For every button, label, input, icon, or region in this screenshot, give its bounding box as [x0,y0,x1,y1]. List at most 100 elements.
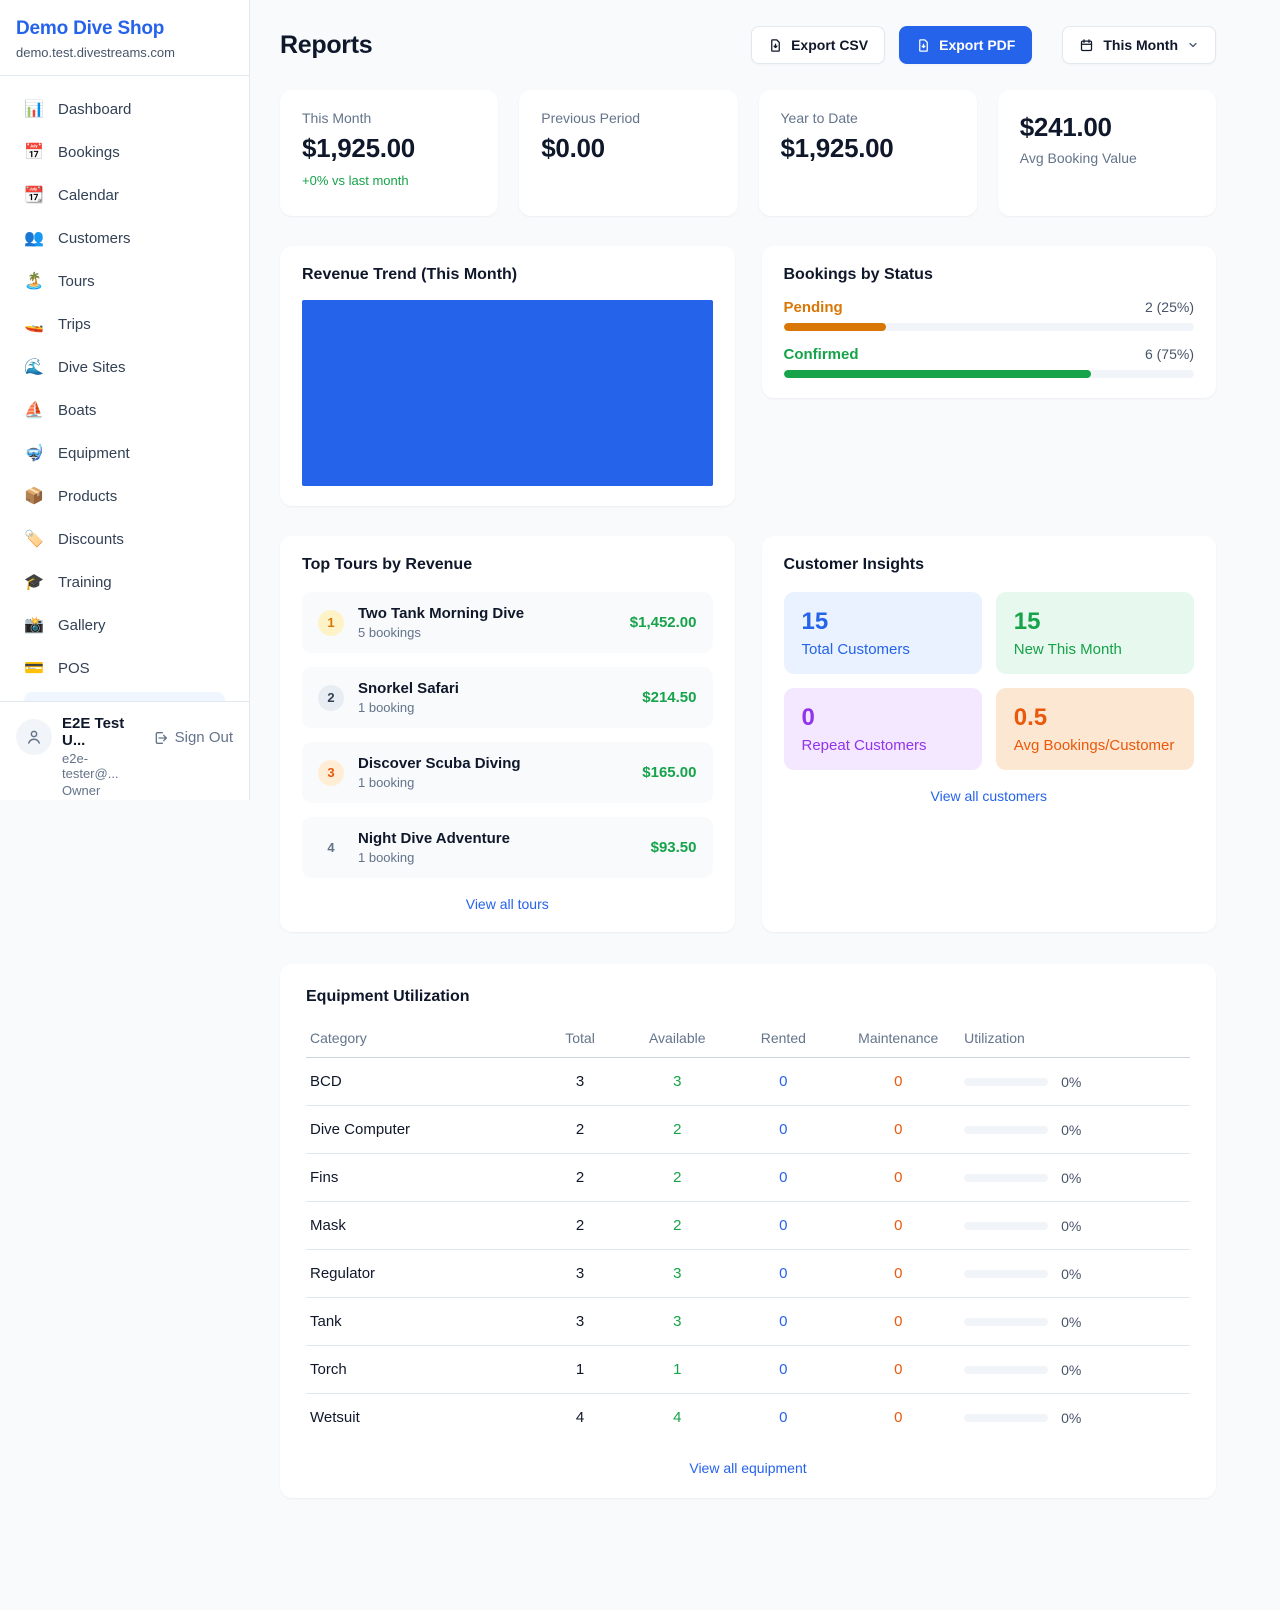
diving-mask-icon: 🤿 [24,443,44,463]
speedboat-icon: 🚤 [24,314,44,334]
sidebar-item-calendar[interactable]: 📆Calendar [12,176,237,214]
customer-insights-card: Customer Insights 15 Total Customers 15 … [762,536,1217,932]
status-bar-fill [784,370,1092,378]
sign-out-button[interactable]: Sign Out [153,729,233,746]
sidebar-item-discounts[interactable]: 🏷️ Discounts [12,520,237,558]
top-tours-title: Top Tours by Revenue [302,556,713,574]
shop-name[interactable]: Demo Dive Shop [16,18,233,40]
equipment-table: Category Total Available Rented Maintena… [306,1022,1190,1442]
page-header: Reports Export CSV Export PDF This Month [280,26,1216,64]
sidebar-item-label: Dive Sites [58,359,126,376]
page-title: Reports [280,31,372,60]
view-all-tours-link[interactable]: View all tours [302,896,713,912]
tour-name: Night Dive Adventure [358,830,510,847]
view-all-equipment-link[interactable]: View all equipment [306,1460,1190,1476]
sidebar-item-training[interactable]: 🎓Training [12,563,237,601]
col-maintenance: Maintenance [836,1022,960,1058]
sidebar-item-label: Tours [58,273,95,290]
sidebar-item-equipment[interactable]: 🤿Equipment [12,434,237,472]
insight-value: 15 [1014,608,1176,636]
col-available: Available [624,1022,730,1058]
tour-amount: $214.50 [642,689,696,706]
insight-value: 15 [802,608,964,636]
sailboat-icon: ⛵ [24,400,44,420]
tour-amount: $93.50 [651,839,697,856]
status-bar-track [784,323,1195,331]
insight-value: 0.5 [1014,704,1176,732]
sidebar-item-tours[interactable]: 🏝️Tours [12,262,237,300]
avatar [16,719,52,755]
stat-delta: +0% vs last month [302,173,476,188]
sidebar-item-bookings[interactable]: 📅 Bookings [12,133,237,171]
logout-icon [153,730,169,746]
status-count: 6 (75%) [1145,346,1194,362]
user-role: Owner [62,783,143,798]
utilization-bar [964,1078,1048,1086]
user-info: E2E Test U... e2e-tester@... Owner [62,715,143,798]
utilization-bar [964,1414,1048,1422]
charts-row: Revenue Trend (This Month) Bookings by S… [280,246,1216,506]
user-email: e2e-tester@... [62,751,143,781]
tour-name: Snorkel Safari [358,680,459,697]
chevron-down-icon [1187,39,1199,51]
stats-row: This Month $1,925.00 +0% vs last month P… [280,90,1216,216]
view-all-customers-link[interactable]: View all customers [784,788,1195,804]
stat-value: $1,925.00 [781,133,955,164]
calendar-date-icon: 📅 [24,142,44,162]
utilization-bar [964,1366,1048,1374]
stat-value: $1,925.00 [302,133,476,164]
export-csv-button[interactable]: Export CSV [751,26,885,64]
tour-row: 1 Two Tank Morning Dive 5 bookings $1,45… [302,592,713,653]
sidebar-item-reports-partial[interactable] [24,692,225,701]
tour-row: 3 Discover Scuba Diving 1 booking $165.0… [302,742,713,803]
tour-amount: $1,452.00 [630,614,697,631]
status-label: Pending [784,299,843,316]
sidebar-item-boats[interactable]: ⛵Boats [12,391,237,429]
insight-label: Total Customers [802,641,964,658]
sidebar-item-label: Bookings [58,144,120,161]
sidebar-item-products[interactable]: 📦Products [12,477,237,515]
table-row: Fins 2 2 0 0 0% [306,1154,1190,1202]
lists-row: Top Tours by Revenue 1 Two Tank Morning … [280,536,1216,932]
sidebar-item-label: Discounts [58,531,124,548]
sidebar-item-customers[interactable]: 👥Customers [12,219,237,257]
table-row: Wetsuit 4 4 0 0 0% [306,1394,1190,1442]
file-download-icon [768,38,783,53]
export-pdf-button[interactable]: Export PDF [899,26,1032,64]
header-actions: Export CSV Export PDF This Month [751,26,1216,64]
person-icon [25,728,43,746]
insight-repeat-customers: 0 Repeat Customers [784,688,982,770]
status-row-pending: Pending 2 (25%) [784,299,1195,331]
period-dropdown[interactable]: This Month [1062,26,1216,64]
revenue-trend-title: Revenue Trend (This Month) [302,266,713,284]
tour-row: 2 Snorkel Safari 1 booking $214.50 [302,667,713,728]
sidebar-item-dashboard[interactable]: 📊Dashboard [12,90,237,128]
revenue-trend-chart [302,300,713,486]
table-row: Regulator 3 3 0 0 0% [306,1250,1190,1298]
utilization-bar [964,1174,1048,1182]
sidebar-item-label: Gallery [58,617,106,634]
sidebar-item-trips[interactable]: 🚤Trips [12,305,237,343]
user-panel: E2E Test U... e2e-tester@... Owner Sign … [0,701,249,814]
table-row: Torch 1 1 0 0 0% [306,1346,1190,1394]
insight-avg-bookings: 0.5 Avg Bookings/Customer [996,688,1194,770]
stat-value: $241.00 [1020,112,1194,143]
status-row-confirmed: Confirmed 6 (75%) [784,346,1195,378]
sidebar-nav: 📊Dashboard 📅 Bookings 📆Calendar 👥Customer… [0,76,249,701]
file-download-icon [916,38,931,53]
sidebar-item-gallery[interactable]: 📸 Gallery [12,606,237,644]
stat-card-this-month: This Month $1,925.00 +0% vs last month [280,90,498,216]
tag-icon: 🏷️ [24,529,44,549]
camera-icon: 📸 [24,615,44,635]
table-row: Mask 2 2 0 0 0% [306,1202,1190,1250]
tour-bookings: 1 booking [358,775,521,790]
sidebar-item-pos[interactable]: 💳POS [12,649,237,687]
insight-value: 0 [802,704,964,732]
stat-label: Previous Period [541,110,715,126]
status-bar-fill [784,323,887,331]
tour-bookings: 1 booking [358,850,510,865]
top-tours-card: Top Tours by Revenue 1 Two Tank Morning … [280,536,735,932]
sidebar-item-dive-sites[interactable]: 🌊Dive Sites [12,348,237,386]
tour-row: 4 Night Dive Adventure 1 booking $93.50 [302,817,713,878]
table-row: Dive Computer 2 2 0 0 0% [306,1106,1190,1154]
